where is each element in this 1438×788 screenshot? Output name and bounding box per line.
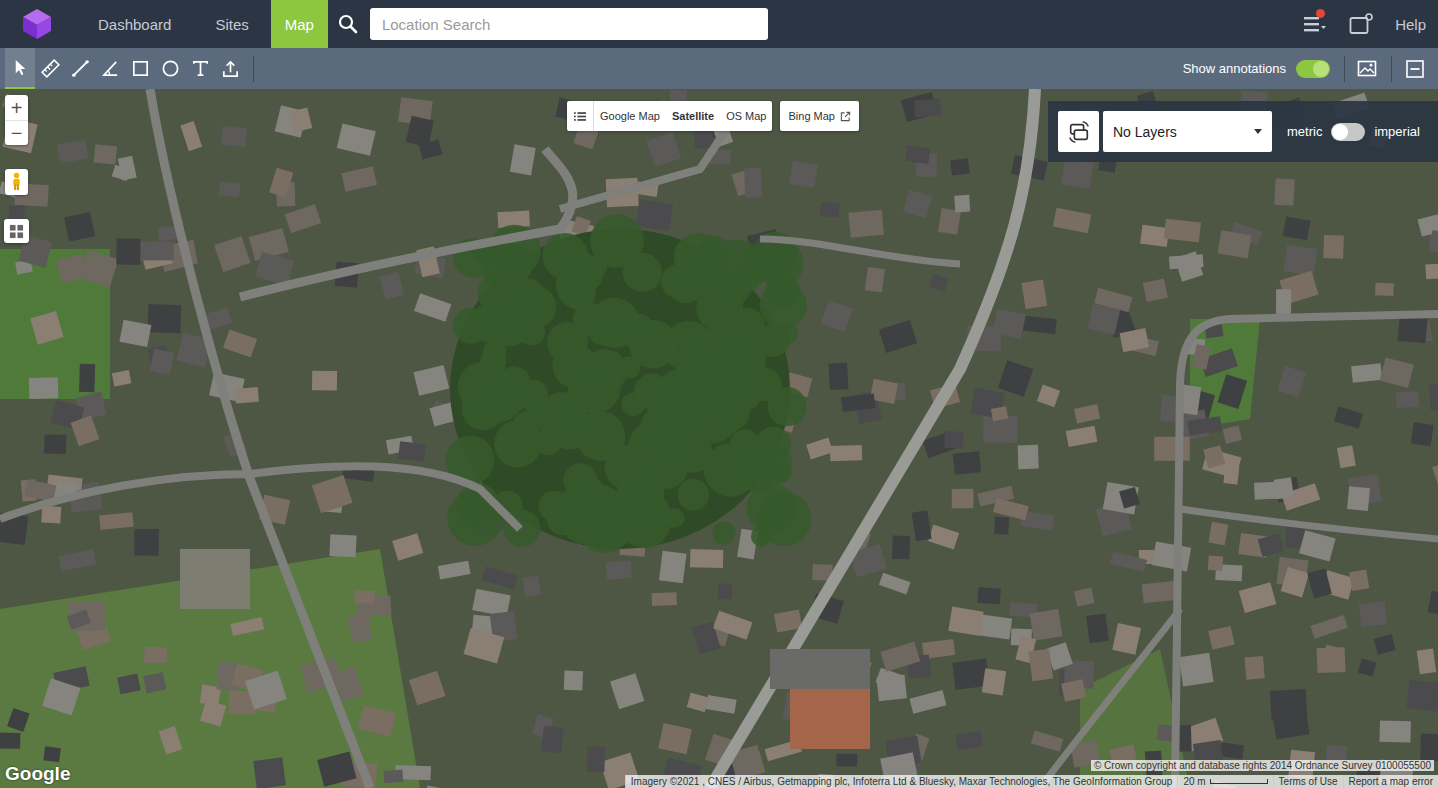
pegman-icon: [10, 172, 23, 192]
toggle-knob: [1332, 124, 1348, 140]
text-icon: [191, 59, 210, 78]
zoom-control: + −: [5, 95, 28, 145]
external-link-icon: [840, 111, 851, 122]
units-toggle[interactable]: [1331, 123, 1365, 141]
image-export-icon[interactable]: [1357, 59, 1379, 79]
logo-icon[interactable]: [20, 7, 54, 41]
tool-button[interactable]: [65, 48, 95, 89]
attribution-bar: Imagery ©2021 , CNES / Airbus, Getmappin…: [625, 775, 1438, 788]
toolbar-divider: [1344, 56, 1345, 82]
toolbar-divider: [1391, 56, 1392, 82]
tool-group: [0, 48, 262, 89]
notification-badge: [1316, 9, 1325, 18]
scale-line: [1210, 779, 1268, 784]
map-app: DashboardSitesMap Help Show annotations …: [0, 0, 1438, 788]
scale-bar: 20 m: [1177, 775, 1272, 788]
map-grid-control[interactable]: [4, 219, 29, 243]
layers-swap-icon: [1067, 120, 1091, 144]
terms-link[interactable]: Terms of Use: [1273, 775, 1343, 788]
map-type-button[interactable]: Satellite: [666, 101, 720, 131]
imperial-label: imperial: [1374, 124, 1420, 139]
select-icon: [11, 58, 30, 77]
toggle-knob: [1313, 61, 1329, 77]
nav-item[interactable]: Dashboard: [76, 0, 193, 48]
satellite-imagery[interactable]: [0, 89, 1438, 788]
location-search-input[interactable]: [370, 8, 768, 40]
window-icon[interactable]: [1349, 13, 1373, 35]
layers-value: No Layers: [1113, 124, 1177, 140]
toolbar-right: Show annotations: [1183, 48, 1438, 89]
drawing-toolbar: Show annotations: [0, 48, 1438, 89]
nav-item[interactable]: Map: [271, 0, 328, 48]
search-icon[interactable]: [338, 14, 358, 34]
menu-icon[interactable]: [1303, 14, 1327, 34]
notifications-menu[interactable]: [1303, 14, 1327, 34]
legend-button[interactable]: [567, 101, 594, 131]
collapse-icon[interactable]: [1404, 59, 1426, 79]
layers-dropdown[interactable]: No Layers: [1103, 111, 1272, 152]
angle-icon: [101, 59, 120, 78]
imagery-credit: Imagery ©2021 , CNES / Airbus, Getmappin…: [625, 775, 1178, 788]
list-icon: [574, 111, 586, 122]
tool-button[interactable]: [215, 48, 245, 89]
tool-button[interactable]: [125, 48, 155, 89]
map-type-button[interactable]: OS Map: [720, 101, 772, 131]
annotations-toggle[interactable]: [1296, 60, 1330, 78]
annotations-label: Show annotations: [1183, 61, 1286, 76]
line-icon: [71, 59, 90, 78]
zoom-out-button[interactable]: −: [5, 120, 28, 145]
crown-copyright: © Crown copyright and database rights 20…: [1091, 760, 1434, 771]
report-error-link[interactable]: Report a map error: [1343, 775, 1438, 788]
nav-item[interactable]: Sites: [193, 0, 270, 48]
toolbar-divider: [253, 56, 254, 82]
street-view-control[interactable]: [5, 169, 28, 195]
map-type-group: Google MapSatelliteOS Map: [567, 101, 772, 131]
nav-right: Help: [1303, 13, 1438, 35]
metric-label: metric: [1287, 124, 1322, 139]
tool-button[interactable]: [95, 48, 125, 89]
circle-icon: [161, 59, 180, 78]
measure-icon: [41, 59, 60, 78]
top-navigation: DashboardSitesMap Help: [0, 0, 1438, 48]
zoom-in-button[interactable]: +: [5, 95, 28, 120]
tool-button[interactable]: [185, 48, 215, 89]
upload-icon: [221, 59, 240, 78]
grid-icon: [9, 224, 24, 239]
map-type-button[interactable]: Google Map: [594, 101, 666, 131]
google-logo: Google: [5, 763, 70, 785]
tool-button[interactable]: [155, 48, 185, 89]
rectangle-icon: [131, 59, 150, 78]
help-link[interactable]: Help: [1395, 16, 1426, 33]
bing-map-button[interactable]: Bing Map: [780, 101, 858, 131]
layers-panel: No Layers metric imperial: [1048, 101, 1438, 162]
caret-icon: [1254, 129, 1262, 134]
tool-button[interactable]: [5, 48, 35, 89]
layer-toggle-button[interactable]: [1058, 111, 1099, 152]
tool-button[interactable]: [35, 48, 65, 89]
map-view[interactable]: Google MapSatelliteOS Map Bing Map No La…: [0, 89, 1438, 788]
map-type-switcher: Google MapSatelliteOS Map Bing Map: [567, 101, 859, 131]
